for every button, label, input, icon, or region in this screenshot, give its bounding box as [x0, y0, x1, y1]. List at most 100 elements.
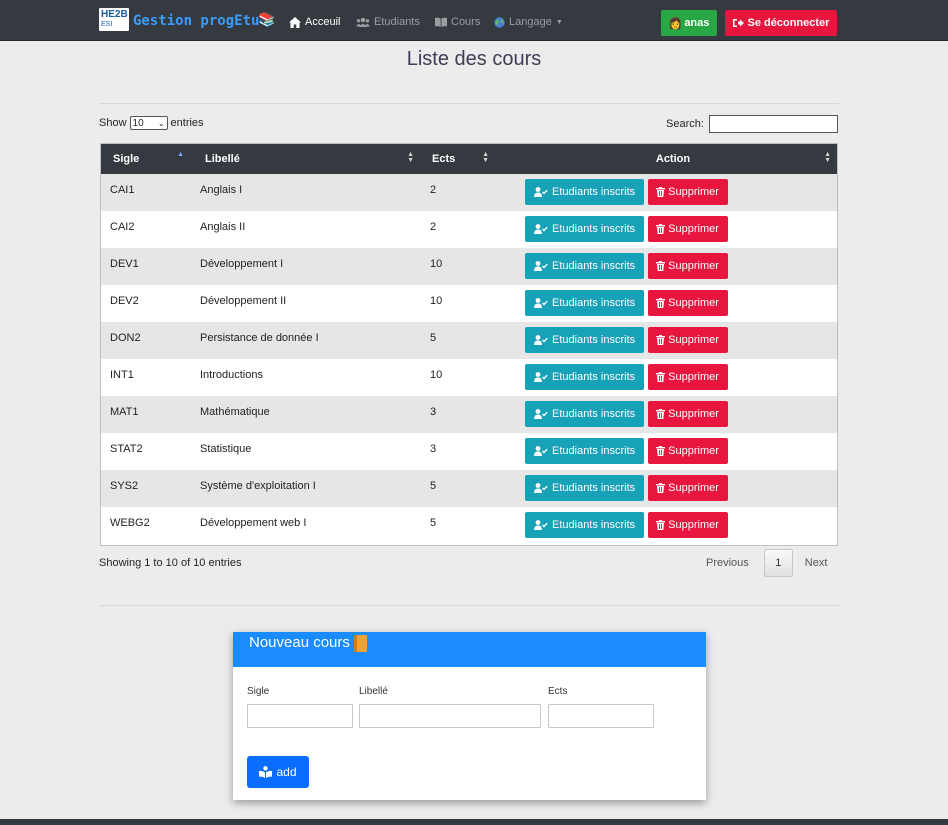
cell-action: Etudiants inscrits Supprimer [495, 322, 837, 359]
user-check-icon [534, 187, 548, 197]
supprimer-button[interactable]: Supprimer [648, 401, 728, 427]
cell-libelle: Développement I [200, 258, 284, 270]
table-header-row: Sigle ▲ Libellé ▲ ▼ Ects ▲ ▼ Action ▲ ▼ [101, 144, 837, 174]
etudiants-inscrits-label: Etudiants inscrits [552, 260, 636, 272]
supprimer-button[interactable]: Supprimer [648, 364, 728, 390]
books-icon: 📚 [258, 11, 276, 27]
page-1-button[interactable]: 1 [763, 549, 793, 577]
etudiants-inscrits-button[interactable]: Etudiants inscrits [525, 475, 645, 501]
cell-sigle: SYS2 [110, 480, 139, 492]
etudiants-inscrits-label: Etudiants inscrits [552, 482, 636, 494]
next-page-button[interactable]: Next [805, 557, 828, 569]
cell-libelle: Anglais I [200, 184, 243, 196]
etudiants-inscrits-button[interactable]: Etudiants inscrits [525, 216, 645, 242]
supprimer-button[interactable]: Supprimer [648, 327, 728, 353]
user-check-icon [534, 224, 548, 234]
etudiants-inscrits-button[interactable]: Etudiants inscrits [525, 179, 645, 205]
supprimer-button[interactable]: Supprimer [648, 438, 728, 464]
sigle-input[interactable] [247, 704, 353, 728]
supprimer-button[interactable]: Supprimer [648, 290, 728, 316]
cell-action: Etudiants inscrits Supprimer [495, 396, 837, 433]
etudiants-inscrits-button[interactable]: Etudiants inscrits [525, 512, 645, 538]
column-header-action[interactable]: Action ▲ ▼ [495, 144, 837, 174]
cell-libelle: Persistance de donnée I [200, 332, 319, 344]
sort-icon: ▲ ▼ [482, 151, 489, 164]
etudiants-inscrits-button[interactable]: Etudiants inscrits [525, 401, 645, 427]
nav-item-acceuil[interactable]: Acceuil [289, 16, 340, 28]
add-label: add [276, 765, 297, 779]
etudiants-inscrits-button[interactable]: Etudiants inscrits [525, 253, 645, 279]
supprimer-button[interactable]: Supprimer [648, 512, 728, 538]
etudiants-inscrits-button[interactable]: Etudiants inscrits [525, 364, 645, 390]
add-course-button[interactable]: add [247, 756, 309, 788]
supprimer-button[interactable]: Supprimer [648, 253, 728, 279]
cell-ects: 10 [430, 295, 443, 307]
column-header-ects[interactable]: Ects ▲ ▼ [420, 144, 495, 174]
cell-sigle: CAI2 [110, 221, 135, 233]
user-check-icon [534, 261, 548, 271]
caret-down-icon: ▼ [555, 18, 563, 26]
column-label-libelle: Libellé [205, 153, 240, 165]
orange-book-icon [353, 635, 367, 652]
book-open-icon [435, 17, 447, 27]
supprimer-label: Supprimer [668, 334, 719, 346]
etudiants-inscrits-button[interactable]: Etudiants inscrits [525, 290, 645, 316]
table-row: DEV2 Développement II 10 Etudiants inscr… [101, 285, 837, 322]
show-label: Show [99, 117, 127, 129]
globe-icon [494, 16, 505, 28]
navbar: HE2B ESI Gestion progEtu 📚 Acceuil Etudi… [0, 0, 948, 41]
nav-item-etudiants[interactable]: Etudiants [356, 16, 420, 28]
entries-select[interactable]: 10 ⌄ [129, 116, 168, 130]
logo-line1: HE2B [101, 9, 128, 20]
brand-title[interactable]: Gestion progEtu [133, 13, 259, 29]
entries-length-control: Show 10 ⌄ entries [99, 116, 204, 130]
column-label-ects: Ects [432, 153, 456, 165]
etudiants-inscrits-label: Etudiants inscrits [552, 408, 636, 420]
user-button[interactable]: 👩 anas [661, 10, 717, 36]
nav-item-cours[interactable]: Cours [435, 16, 480, 28]
supprimer-label: Supprimer [668, 482, 719, 494]
ects-label: Ects [548, 686, 568, 697]
supprimer-button[interactable]: Supprimer [648, 216, 728, 242]
etudiants-inscrits-button[interactable]: Etudiants inscrits [525, 327, 645, 353]
user-check-icon [534, 483, 548, 493]
logout-label: Se déconnecter [747, 17, 830, 29]
cell-sigle: CAI1 [110, 184, 135, 196]
previous-page-button[interactable]: Previous [706, 557, 749, 569]
supprimer-button[interactable]: Supprimer [648, 179, 728, 205]
logout-button[interactable]: Se déconnecter [725, 10, 837, 36]
supprimer-label: Supprimer [668, 260, 719, 272]
trash-icon [656, 261, 666, 271]
page-title: Liste des cours [406, 48, 542, 70]
user-check-icon [534, 409, 548, 419]
cell-ects: 5 [430, 332, 437, 344]
column-header-libelle[interactable]: Libellé ▲ ▼ [190, 144, 420, 174]
cell-ects: 5 [430, 517, 437, 529]
search-label: Search: [666, 118, 704, 130]
table-row: SYS2 Système d'exploitation I 5 Etudiant… [101, 470, 837, 507]
he2b-logo[interactable]: HE2B ESI [99, 8, 129, 31]
trash-icon [656, 483, 666, 493]
ects-input[interactable] [548, 704, 654, 728]
cell-sigle: MAT1 [110, 406, 139, 418]
cell-sigle: DEV2 [110, 295, 139, 307]
supprimer-button[interactable]: Supprimer [648, 475, 728, 501]
sign-out-icon [732, 19, 744, 27]
column-header-sigle[interactable]: Sigle ▲ [101, 144, 190, 174]
libelle-input[interactable] [359, 704, 541, 728]
chevron-down-icon: ⌄ [157, 118, 165, 128]
nav-item-langage[interactable]: Langage ▼ [494, 16, 563, 28]
cell-sigle: DON2 [110, 332, 141, 344]
table-row: STAT2 Statistique 3 Etudiants inscrits S… [101, 433, 837, 470]
column-label-action: Action [655, 153, 691, 165]
cell-ects: 10 [430, 258, 443, 270]
bottom-bar [0, 819, 948, 825]
search-input[interactable] [708, 115, 838, 133]
cell-action: Etudiants inscrits Supprimer [495, 470, 837, 507]
sort-asc-icon: ▲ [177, 151, 184, 158]
supprimer-label: Supprimer [668, 297, 719, 309]
trash-icon [656, 298, 666, 308]
etudiants-inscrits-button[interactable]: Etudiants inscrits [525, 438, 645, 464]
search-control: Search: [666, 115, 838, 133]
cell-ects: 10 [430, 369, 443, 381]
